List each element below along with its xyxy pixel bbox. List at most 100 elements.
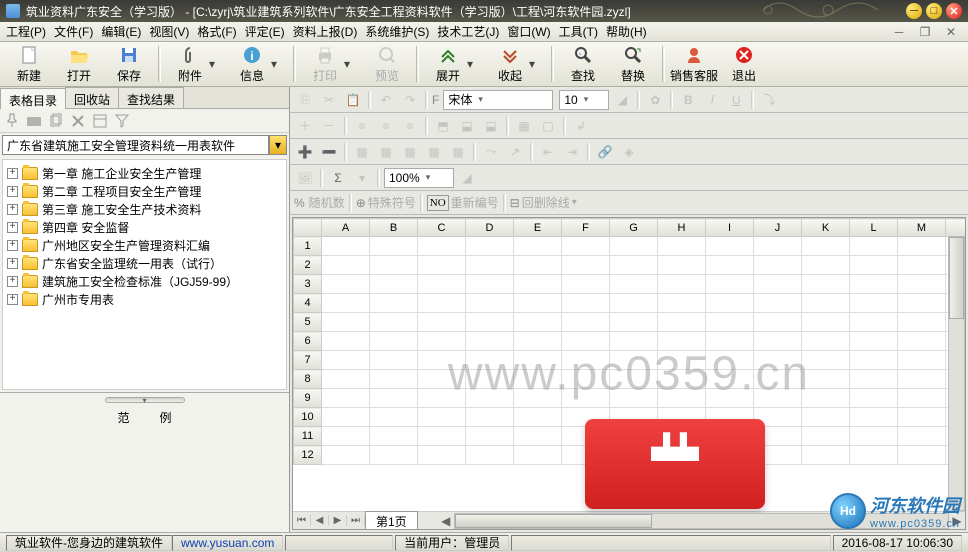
- grid-cell[interactable]: [754, 237, 802, 256]
- tree-node[interactable]: +广州市专用表: [5, 290, 284, 308]
- save-button[interactable]: 保存: [104, 43, 154, 85]
- grid-cell[interactable]: [898, 427, 946, 446]
- row-header[interactable]: 11: [294, 427, 322, 446]
- tree-node[interactable]: +第三章 施工安全生产技术资料: [5, 200, 284, 218]
- grid-cell[interactable]: [706, 294, 754, 313]
- zoom-indent-right-icon[interactable]: ⇥: [561, 142, 583, 162]
- dropdown-arrow-icon[interactable]: ▾: [209, 57, 221, 71]
- grid-cell[interactable]: [322, 313, 370, 332]
- menu-item[interactable]: 格式(F): [197, 23, 236, 40]
- minimize-button[interactable]: ─: [906, 3, 922, 19]
- grid-cell[interactable]: [898, 389, 946, 408]
- menu-item[interactable]: 系统维护(S): [365, 23, 429, 40]
- service-button[interactable]: 销售客服: [669, 43, 719, 85]
- grid-a-icon[interactable]: ▦: [351, 142, 373, 162]
- folder-icon[interactable]: [26, 113, 42, 129]
- grid-cell[interactable]: [322, 275, 370, 294]
- grid-cell[interactable]: [370, 446, 418, 465]
- grid-cell[interactable]: [562, 237, 610, 256]
- grid-cell[interactable]: [898, 313, 946, 332]
- grid-cell[interactable]: [466, 313, 514, 332]
- menu-item[interactable]: 工程(P): [6, 23, 46, 40]
- grid-cell[interactable]: [370, 275, 418, 294]
- grid-cell[interactable]: [514, 446, 562, 465]
- grid-cell[interactable]: [466, 408, 514, 427]
- grid-cell[interactable]: [850, 275, 898, 294]
- sum-dd-icon[interactable]: ▾: [351, 168, 373, 188]
- grid-cell[interactable]: [322, 370, 370, 389]
- row-header[interactable]: 4: [294, 294, 322, 313]
- grid-b-icon[interactable]: ▦: [375, 142, 397, 162]
- font-button[interactable]: ✿: [644, 90, 666, 110]
- grid-cell[interactable]: [322, 389, 370, 408]
- grid-cell[interactable]: [514, 256, 562, 275]
- grid-cell[interactable]: [562, 275, 610, 294]
- cut-icon[interactable]: ✂: [318, 90, 340, 110]
- align-center-icon[interactable]: ≡: [375, 116, 397, 136]
- col-header[interactable]: J: [754, 219, 802, 237]
- grid-cell[interactable]: [322, 427, 370, 446]
- underline-button[interactable]: U: [725, 90, 747, 110]
- grid-cell[interactable]: [466, 237, 514, 256]
- menu-item[interactable]: 评定(E): [245, 23, 285, 40]
- attach-button[interactable]: 附件: [165, 43, 215, 85]
- col-header[interactable]: D: [466, 219, 514, 237]
- grid-cell[interactable]: [322, 294, 370, 313]
- zoom-select[interactable]: 100%▾: [384, 168, 454, 188]
- grid-cell[interactable]: [610, 256, 658, 275]
- grid-cell[interactable]: [802, 256, 850, 275]
- grid-cell[interactable]: [610, 313, 658, 332]
- vertical-scrollbar[interactable]: [948, 236, 965, 511]
- menu-item[interactable]: 文件(F): [54, 23, 93, 40]
- tree-node[interactable]: +建筑施工安全检查标准（JGJ59-99）: [5, 272, 284, 290]
- grid-cell[interactable]: [850, 294, 898, 313]
- grid-cell[interactable]: [898, 256, 946, 275]
- row-header[interactable]: 9: [294, 389, 322, 408]
- grid-cell[interactable]: [802, 275, 850, 294]
- grid-cell[interactable]: [370, 294, 418, 313]
- insert-row-icon[interactable]: ➕: [294, 142, 316, 162]
- grid-cell[interactable]: [562, 256, 610, 275]
- grid-cell[interactable]: [706, 275, 754, 294]
- grid-cell[interactable]: [898, 351, 946, 370]
- tree-expand-icon[interactable]: +: [7, 294, 18, 305]
- mdi-minimize-icon[interactable]: ─: [890, 25, 908, 39]
- close-button[interactable]: ✕: [946, 3, 962, 19]
- undo-icon[interactable]: ↶: [375, 90, 397, 110]
- combo-dropdown-button[interactable]: ▾: [269, 135, 287, 155]
- tree-expand-icon[interactable]: +: [7, 186, 18, 197]
- grid-cell[interactable]: [850, 427, 898, 446]
- copy-icon[interactable]: ⎘: [294, 90, 316, 110]
- grid-cell[interactable]: [706, 256, 754, 275]
- grid-cell[interactable]: [418, 408, 466, 427]
- row-header[interactable]: 10: [294, 408, 322, 427]
- grid-cell[interactable]: [898, 332, 946, 351]
- sheet-tab[interactable]: 第1页: [365, 511, 418, 531]
- special-char-button[interactable]: 特殊符号: [368, 194, 416, 211]
- row-header[interactable]: 3: [294, 275, 322, 294]
- valign-bottom-icon[interactable]: ⬓: [480, 116, 502, 136]
- random-button[interactable]: 随机数: [309, 194, 345, 211]
- shape-icon[interactable]: ◈: [618, 142, 640, 162]
- grid-cell[interactable]: [850, 389, 898, 408]
- grid-cell[interactable]: [418, 275, 466, 294]
- align-right-icon[interactable]: ≡: [399, 116, 421, 136]
- grid-cell[interactable]: [658, 313, 706, 332]
- valign-middle-icon[interactable]: ⬓: [456, 116, 478, 136]
- maximize-button[interactable]: □: [926, 3, 942, 19]
- grid-cell[interactable]: [610, 294, 658, 313]
- tree-expand-icon[interactable]: +: [7, 276, 18, 287]
- collapse-button[interactable]: 收起: [485, 43, 535, 85]
- menu-item[interactable]: 工具(T): [559, 23, 598, 40]
- dropdown-arrow-icon[interactable]: ▾: [271, 57, 283, 71]
- grid-cell[interactable]: [370, 427, 418, 446]
- grid-c-icon[interactable]: ▦: [399, 142, 421, 162]
- grid-cell[interactable]: [466, 275, 514, 294]
- grid-cell[interactable]: [370, 351, 418, 370]
- grid-cell[interactable]: [898, 446, 946, 465]
- dropdown-arrow-icon[interactable]: ▾: [529, 57, 541, 71]
- grid-cell[interactable]: [802, 294, 850, 313]
- chain-icon[interactable]: ⤳: [480, 142, 502, 162]
- grid-cell[interactable]: [370, 370, 418, 389]
- grid-cell[interactable]: [418, 294, 466, 313]
